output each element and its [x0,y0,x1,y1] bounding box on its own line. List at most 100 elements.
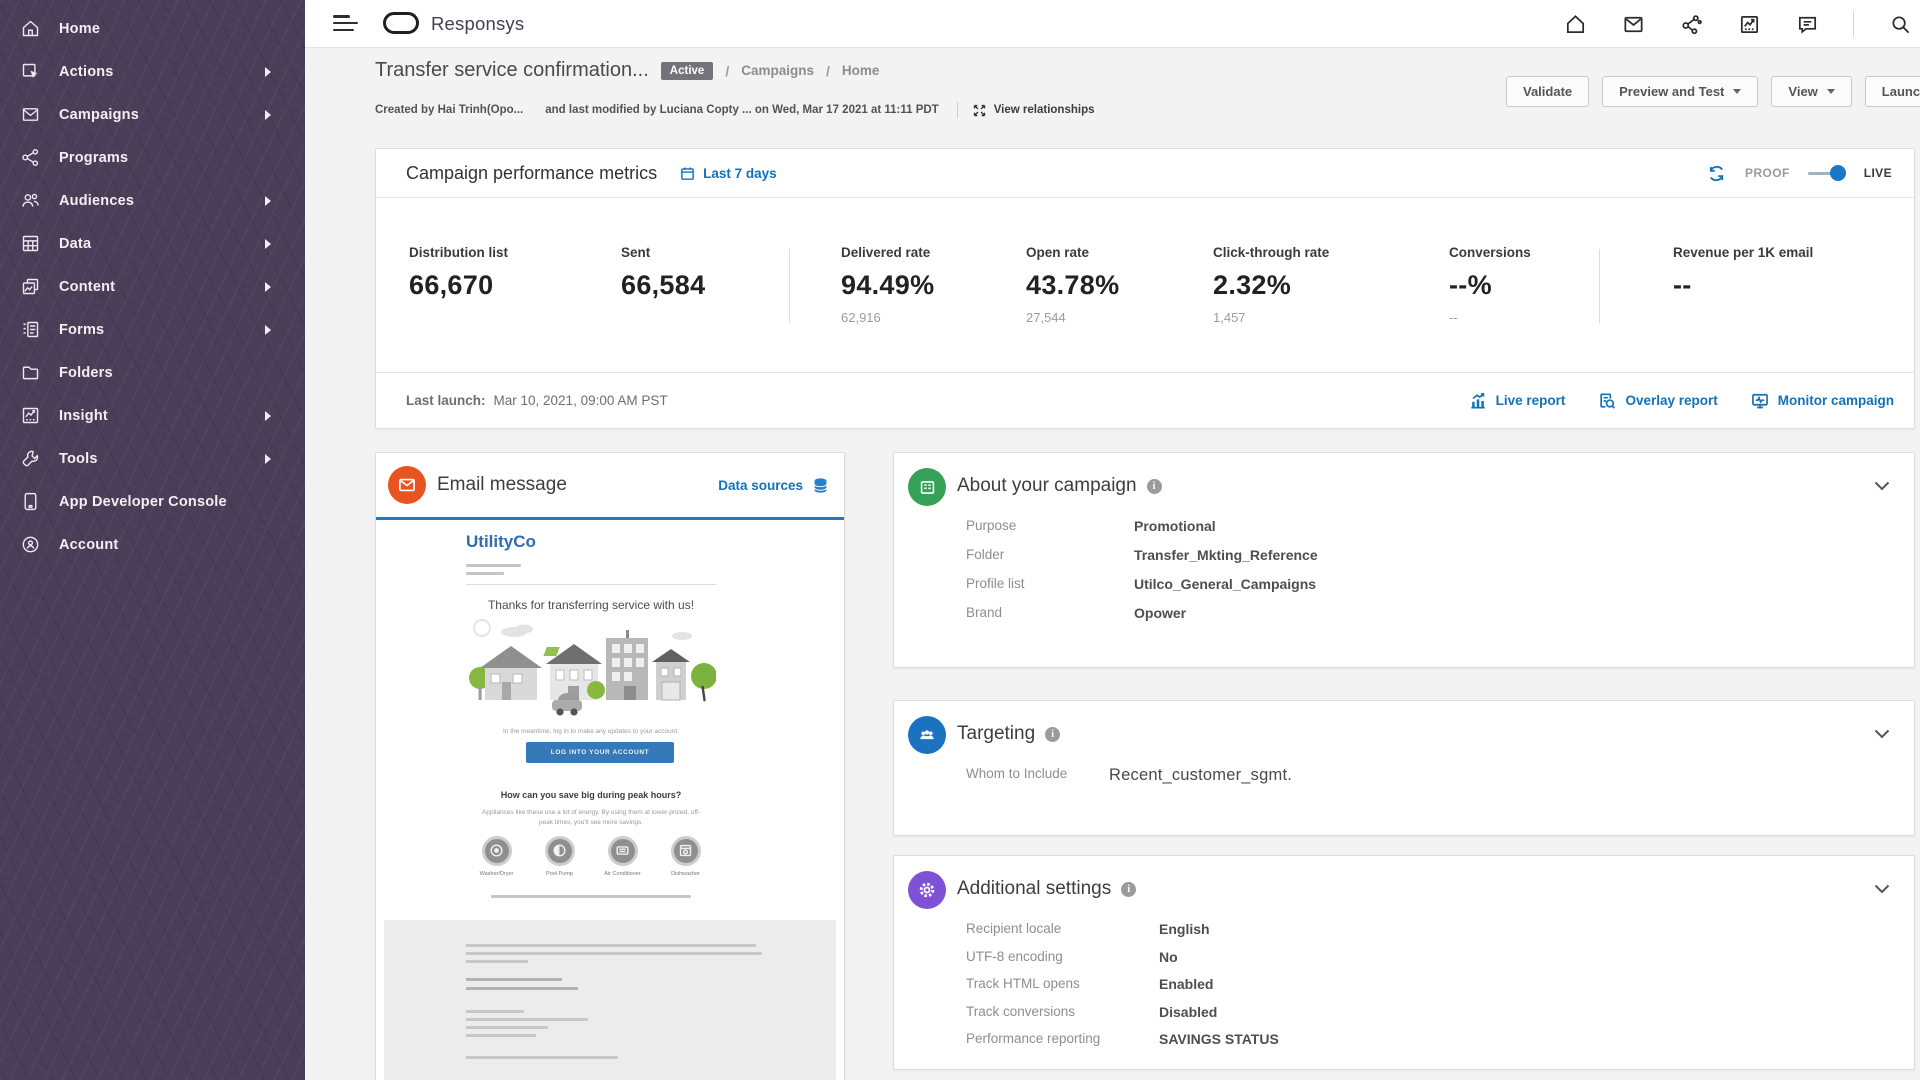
sidebar-item-label: App Developer Console [59,494,227,510]
sidebar-item-label: Programs [59,150,128,166]
email-brand-logo: UtilityCo [466,532,536,552]
sidebar-item-data[interactable]: Data [0,222,305,265]
account-icon [18,533,42,557]
data-sources-link[interactable]: Data sources [718,476,830,495]
collapse-chevron-icon[interactable] [1874,478,1890,496]
sidebar-item-actions[interactable]: Actions [0,50,305,93]
overlay-report-link[interactable]: Overlay report [1597,391,1717,411]
info-icon[interactable]: i [1121,882,1136,897]
metric-open-rate: Open rate43.78%27,544 [1026,245,1119,325]
sidebar-item-account[interactable]: Account [0,523,305,566]
targeting-title: Targeting [957,723,1035,745]
additional-settings-title: Additional settings [957,878,1111,900]
proof-live-toggle[interactable] [1808,165,1846,181]
sidebar-item-campaigns[interactable]: Campaigns [0,93,305,136]
launch-button[interactable]: Launch [1865,76,1920,107]
insight-icon[interactable] [1737,12,1761,36]
breadcrumb-home[interactable]: Home [842,63,880,78]
breadcrumb-separator: / [826,63,830,79]
redacted-text-line [466,944,756,948]
forms-icon [18,318,42,342]
email-icon[interactable] [1621,12,1645,36]
sidebar-item-programs[interactable]: Programs [0,136,305,179]
field-utf8-encoding: UTF-8 encodingNo [966,949,1914,965]
field-brand: BrandOpower [966,605,1914,621]
field-folder: FolderTransfer_Mkting_Reference [966,547,1914,563]
email-preview[interactable]: UtilityCo Thanks for transferring servic… [376,520,844,1080]
metric-divider [1599,249,1600,323]
validate-button[interactable]: Validate [1506,76,1589,107]
collapse-chevron-icon[interactable] [1874,881,1890,899]
view-button[interactable]: View [1771,76,1851,107]
oracle-logo [383,12,419,34]
view-relationships-link[interactable]: View relationships [972,103,1095,118]
actions-icon [18,60,42,84]
email-divider [466,584,716,585]
email-cta-button[interactable]: LOG INTO YOUR ACCOUNT [526,742,674,763]
submenu-arrow-icon [265,282,271,292]
breadcrumb-campaigns[interactable]: Campaigns [741,63,814,78]
sidebar-item-label: Content [59,279,115,295]
chevron-down-icon [1733,89,1741,94]
sidebar-item-label: Home [59,21,100,37]
sidebar-item-tools[interactable]: Tools [0,437,305,480]
sidebar-item-audiences[interactable]: Audiences [0,179,305,222]
search-icon[interactable] [1888,12,1912,36]
sidebar-item-home[interactable]: Home [0,7,305,50]
byline-divider [957,102,958,118]
about-campaign-title: About your campaign [957,475,1137,497]
home-icon[interactable] [1563,12,1587,36]
field-track-html-opens: Track HTML opensEnabled [966,976,1914,992]
appliance-washer: Washer/Dryer [472,836,522,878]
refresh-icon[interactable] [1706,163,1727,184]
sidebar: Home Actions Campaigns Programs Audience… [0,0,305,1080]
redacted-text-line [466,564,521,568]
programs-icon[interactable] [1679,12,1703,36]
redacted-link-line [466,978,562,982]
redacted-text-line [466,960,528,964]
info-icon[interactable]: i [1147,479,1162,494]
field-performance-reporting: Performance reportingSAVINGS STATUS [966,1031,1914,1047]
settings-gear-icon [908,871,946,909]
metric-revenue-per-1k: Revenue per 1K email-- [1673,245,1813,325]
collapse-chevron-icon[interactable] [1874,726,1890,744]
sidebar-item-app-developer-console[interactable]: App Developer Console [0,480,305,523]
last-launch-value: Mar 10, 2021, 09:00 AM PST [494,393,668,408]
date-range-link[interactable]: Last 7 days [679,165,777,182]
console-icon [18,490,42,514]
redacted-text-line [466,572,504,576]
topbar: Responsys [305,0,1920,48]
email-footer [384,920,836,1080]
sidebar-item-folders[interactable]: Folders [0,351,305,394]
submenu-arrow-icon [265,454,271,464]
sidebar-item-label: Data [59,236,91,252]
appliance-air-conditioner: Air Conditioner [598,836,648,878]
breadcrumb-separator: / [725,63,729,79]
content-icon [18,275,42,299]
redacted-link-line [466,987,578,991]
last-launch-label: Last launch: [406,393,486,408]
redacted-text-line [466,1010,524,1014]
email-subhead: How can you save big during peak hours? [461,790,721,800]
metric-delivered-rate: Delivered rate94.49%62,916 [841,245,934,325]
feedback-icon[interactable] [1795,12,1819,36]
sidebar-item-content[interactable]: Content [0,265,305,308]
overlay-report-icon [1597,391,1617,411]
preview-and-test-button[interactable]: Preview and Test [1602,76,1758,107]
submenu-arrow-icon [265,196,271,206]
additional-settings-panel: Additional settings i Recipient localeEn… [893,855,1915,1070]
folders-icon [18,361,42,385]
live-report-link[interactable]: Live report [1468,391,1566,411]
email-message-panel: Email message Data sources UtilityCo Tha… [375,452,845,1080]
redacted-text-line [466,1026,548,1030]
metrics-title: Campaign performance metrics [406,163,657,184]
menu-toggle-button[interactable] [333,15,359,33]
metric-conversions: Conversions--%-- [1449,245,1531,325]
field-whom-to-include: Whom to IncludeRecent_customer_sgmt. [966,766,1914,785]
redacted-text-line [466,1056,618,1060]
sidebar-item-label: Forms [59,322,104,338]
monitor-campaign-link[interactable]: Monitor campaign [1750,391,1894,411]
sidebar-item-insight[interactable]: Insight [0,394,305,437]
sidebar-item-forms[interactable]: Forms [0,308,305,351]
info-icon[interactable]: i [1045,727,1060,742]
